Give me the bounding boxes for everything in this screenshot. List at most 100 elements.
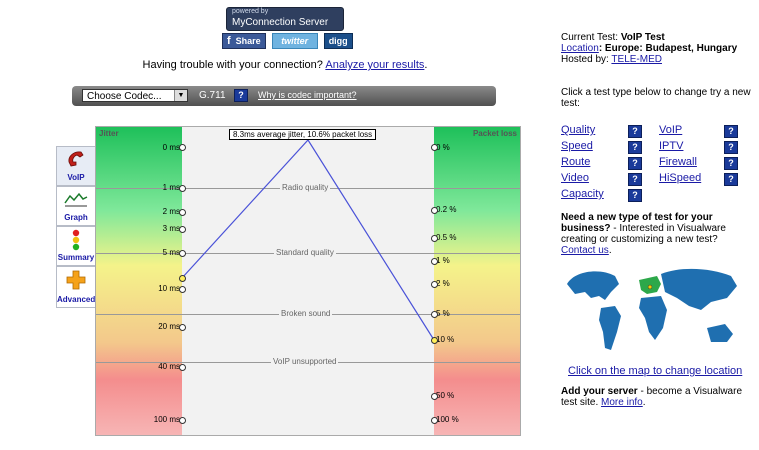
help-icon[interactable]: ?	[724, 125, 738, 138]
share-bar: f Share twitter digg	[222, 33, 353, 49]
location-link[interactable]: Location	[561, 43, 599, 54]
packet-marker	[431, 281, 438, 288]
jitter-marker	[179, 324, 186, 331]
contact-us-link[interactable]: Contact us	[561, 245, 609, 256]
packet-tick: 0.5 %	[436, 233, 457, 242]
packet-tick: 1 %	[436, 256, 450, 265]
jitter-marker	[179, 226, 186, 233]
jitter-marker	[179, 286, 186, 293]
tab-voip-label: VoIP	[67, 173, 85, 182]
packet-tick: 50 %	[436, 391, 455, 400]
help-icon[interactable]: ?	[628, 173, 642, 186]
host-link[interactable]: TELE-MED	[611, 54, 662, 65]
chart-lines	[181, 139, 435, 341]
test-item-quality: Quality	[561, 124, 595, 136]
contact-end: .	[608, 245, 612, 256]
location-value: : Europe: Budapest, Hungary	[598, 43, 738, 54]
chevron-down-icon[interactable]: ▼	[174, 90, 187, 101]
plus-icon	[66, 270, 86, 290]
add-server-heading: Add your server	[561, 386, 638, 397]
test-item-speed: Speed	[561, 140, 593, 152]
help-icon[interactable]: ?	[724, 157, 738, 170]
test-link-capacity[interactable]: Capacity	[561, 188, 604, 200]
test-item-voip: VoIP	[659, 124, 682, 136]
jitter-marker	[179, 417, 186, 424]
test-link-voip[interactable]: VoIP	[659, 124, 682, 136]
test-link-iptv[interactable]: IPTV	[659, 140, 683, 152]
current-test-value: VoIP Test	[620, 32, 665, 43]
jitter-tick: 2 ms	[162, 207, 180, 216]
myconnection-server-logo[interactable]: powered by MyConnection Server	[226, 7, 344, 31]
test-info: Current Test: VoIP Test Location: Europe…	[561, 32, 756, 65]
analyze-results-link[interactable]: Analyze your results	[325, 59, 424, 71]
digg-button[interactable]: digg	[323, 33, 353, 49]
map-change-location-link[interactable]: Click on the map to change location	[568, 365, 742, 377]
jitter-marker	[179, 185, 186, 192]
test-link-hispeed[interactable]: HiSpeed	[659, 172, 701, 184]
jitter-marker	[179, 364, 186, 371]
facebook-share-label: Share	[235, 36, 261, 46]
codec-help-icon[interactable]: ?	[234, 89, 248, 102]
world-map-graphic	[567, 268, 737, 350]
world-map[interactable]	[561, 262, 745, 360]
test-link-firewall[interactable]: Firewall	[659, 156, 697, 168]
result-line	[181, 139, 435, 341]
test-link-route[interactable]: Route	[561, 156, 590, 168]
jitter-tick: 40 ms	[158, 362, 180, 371]
phone-icon	[68, 151, 84, 167]
packet-result-marker	[431, 337, 438, 344]
codec-select-label: Choose Codec...	[87, 91, 162, 102]
codec-value: G.711	[199, 90, 226, 101]
test-item-capacity: Capacity	[561, 188, 604, 200]
help-icon[interactable]: ?	[724, 141, 738, 154]
graph-icon	[64, 192, 88, 207]
traffic-light-icon	[72, 229, 80, 251]
help-icon[interactable]: ?	[628, 189, 642, 202]
test-item-hispeed: HiSpeed	[659, 172, 701, 184]
jitter-tick: 5 ms	[162, 248, 180, 257]
test-link-video[interactable]: Video	[561, 172, 589, 184]
tab-summary-label: Summary	[57, 253, 95, 262]
trouble-text: Having trouble with your connection?	[142, 59, 323, 71]
jitter-marker	[179, 209, 186, 216]
help-icon[interactable]: ?	[724, 173, 738, 186]
test-item-video: Video	[561, 172, 589, 184]
jitter-result-marker	[179, 275, 186, 282]
packet-marker	[431, 258, 438, 265]
packet-tick: 10 %	[436, 335, 455, 344]
logo-title: MyConnection Server	[232, 17, 329, 28]
codec-select[interactable]: Choose Codec... ▼	[82, 89, 188, 102]
packet-tick: 100 %	[436, 415, 459, 424]
help-icon[interactable]: ?	[628, 157, 642, 170]
test-link-quality[interactable]: Quality	[561, 124, 595, 136]
twitter-button[interactable]: twitter	[271, 33, 318, 49]
chart-summary: 8.3ms average jitter, 10.6% packet loss	[229, 129, 377, 140]
tab-summary[interactable]: Summary	[56, 226, 95, 266]
tab-voip[interactable]: VoIP	[56, 146, 95, 186]
tab-graph[interactable]: Graph	[56, 186, 95, 226]
jitter-tick: 20 ms	[158, 322, 180, 331]
facebook-share-button[interactable]: f Share	[222, 33, 266, 49]
tab-advanced[interactable]: Advanced	[56, 266, 95, 308]
add-server-promo: Add your server - become a Visualware te…	[561, 386, 756, 408]
trouble-message: Having trouble with your connection? Ana…	[0, 59, 570, 71]
packet-tick: 0.2 %	[436, 205, 457, 214]
packet-tick: 0 %	[436, 143, 450, 152]
help-icon[interactable]: ?	[628, 141, 642, 154]
codec-info-link[interactable]: Why is codec important?	[258, 90, 357, 100]
current-test-label: Current Test:	[561, 32, 619, 43]
jitter-marker	[179, 144, 186, 151]
trouble-end: .	[424, 59, 428, 71]
jitter-tick: 10 ms	[158, 284, 180, 293]
test-link-speed[interactable]: Speed	[561, 140, 593, 152]
jitter-tick: 3 ms	[162, 224, 180, 233]
packet-tick: 2 %	[436, 279, 450, 288]
facebook-icon: f	[227, 35, 231, 47]
packet-marker	[431, 207, 438, 214]
help-icon[interactable]: ?	[628, 125, 642, 138]
packet-marker	[431, 393, 438, 400]
test-item-iptv: IPTV	[659, 140, 683, 152]
more-info-link[interactable]: More info	[601, 397, 643, 408]
jitter-tick: 0 ms	[162, 143, 180, 152]
jitter-marker	[179, 250, 186, 257]
